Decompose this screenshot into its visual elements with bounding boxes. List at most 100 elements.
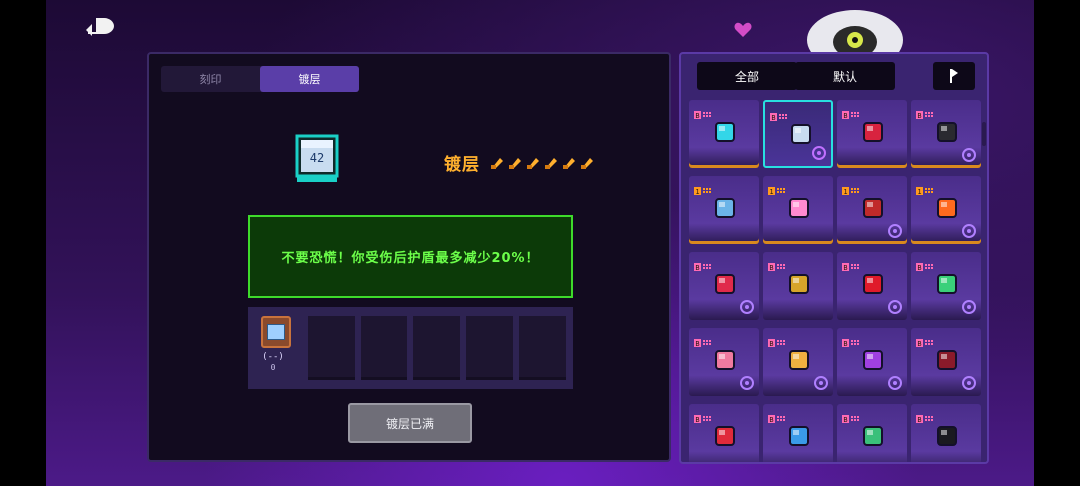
inventory-item[interactable]: B	[837, 100, 907, 168]
svg-text:B: B	[695, 264, 699, 271]
svg-text:B: B	[843, 340, 847, 347]
slot-count: 0	[270, 363, 276, 372]
rarity-badge: 1	[842, 180, 864, 196]
plating-slot[interactable]	[413, 316, 461, 380]
level-chip-icon	[563, 158, 575, 169]
crimson-heart-icon	[857, 116, 889, 148]
svg-text:1: 1	[917, 188, 921, 195]
svg-text:1: 1	[695, 188, 699, 195]
swirl-icon	[961, 147, 977, 163]
inventory-item[interactable]: 1	[837, 176, 907, 244]
chip-42-icon: 42	[295, 134, 339, 182]
chip-42-icon	[261, 316, 291, 348]
inventory-item[interactable]: B	[689, 328, 759, 396]
inventory-item[interactable]: B	[911, 404, 981, 462]
svg-text:B: B	[769, 340, 773, 347]
green-card-icon	[857, 420, 889, 452]
rarity-badge: B	[842, 408, 864, 424]
rarity-badge: B	[694, 104, 716, 120]
inventory-item[interactable]: B	[911, 252, 981, 320]
inventory-item[interactable]: B	[837, 328, 907, 396]
filter-bar: 全部 默认	[681, 62, 987, 90]
svg-text:B: B	[695, 340, 699, 347]
shield-icon	[813, 375, 829, 391]
gear-icon	[887, 223, 903, 239]
skull-icon	[739, 375, 755, 391]
blue-disc-icon	[783, 420, 815, 452]
plating-slot[interactable]	[360, 316, 408, 380]
star-icon	[961, 299, 977, 315]
dark-helmet-icon	[931, 420, 963, 452]
effect-description-box: 不要恐慌！你受伤后护盾最多减少20%！	[248, 215, 573, 298]
plating-slot[interactable]	[307, 316, 355, 380]
fire-flower-icon	[931, 192, 963, 224]
swirl-icon	[887, 299, 903, 315]
level-chip-icon	[491, 158, 503, 169]
left-edge	[0, 0, 46, 486]
svg-text:B: B	[917, 264, 921, 271]
svg-text:B: B	[771, 114, 775, 121]
pink-frog-icon	[709, 344, 741, 376]
plating-slot[interactable]	[519, 316, 566, 380]
level-chip-icon	[509, 158, 521, 169]
level-chip-icon	[545, 158, 557, 169]
sort-flag-icon	[950, 69, 958, 83]
inventory-item[interactable]: B	[837, 404, 907, 462]
svg-text:B: B	[917, 416, 921, 423]
t-icon	[739, 299, 755, 315]
purple-spear-icon	[857, 344, 889, 376]
plating-slot[interactable]	[466, 316, 514, 380]
inventory-item[interactable]: B	[763, 404, 833, 462]
rarity-badge: B	[916, 332, 938, 348]
mascot-character	[800, 0, 910, 70]
inventory-item[interactable]: B	[689, 404, 759, 462]
svg-text:B: B	[769, 264, 773, 271]
plating-level-chips	[490, 155, 595, 170]
rarity-badge: B	[770, 106, 792, 122]
inventory-item[interactable]: B	[689, 252, 759, 320]
level-chip-icon	[527, 158, 539, 169]
back-arrow-icon	[86, 18, 114, 36]
inventory-item[interactable]: B	[763, 252, 833, 320]
item-inventory-panel: 全部 默认 B B B B 1 1 1 1 B B B B B B B B B B B B	[679, 52, 989, 464]
inventory-item[interactable]: 1	[689, 176, 759, 244]
inventory-item[interactable]: B	[763, 100, 833, 168]
item-preview: 42	[289, 132, 345, 188]
tab-plating[interactable]: 镀层	[260, 66, 359, 92]
inventory-item[interactable]: 1	[911, 176, 981, 244]
ankh-icon	[811, 145, 827, 161]
sort-toggle-button[interactable]	[933, 62, 975, 90]
sort-default-button[interactable]: 默认	[795, 62, 895, 90]
inventory-item[interactable]: B	[763, 328, 833, 396]
plating-full-button[interactable]: 镀层已满	[348, 403, 472, 443]
svg-text:B: B	[917, 112, 921, 119]
red-feather-icon	[857, 268, 889, 300]
tab-engraving[interactable]: 刻印	[161, 66, 260, 92]
rarity-badge: B	[768, 256, 790, 272]
rarity-badge: 1	[694, 180, 716, 196]
svg-text:B: B	[843, 112, 847, 119]
rarity-badge: B	[768, 408, 790, 424]
inventory-item[interactable]: B	[911, 100, 981, 168]
plating-slot[interactable]: (--) 0	[255, 316, 302, 380]
inventory-item[interactable]: 1	[763, 176, 833, 244]
scrollbar[interactable]	[982, 122, 986, 146]
level-chip-icon	[581, 158, 593, 169]
plating-label: 镀层	[444, 155, 480, 175]
svg-text:1: 1	[843, 188, 847, 195]
battery-icon	[783, 268, 815, 300]
shield-icon	[961, 375, 977, 391]
inventory-item[interactable]: B	[837, 252, 907, 320]
back-button[interactable]	[84, 14, 118, 38]
svg-text:1: 1	[769, 188, 773, 195]
effect-description: 不要恐慌！你受伤后护盾最多减少20%！	[281, 251, 540, 266]
lipstick-icon	[709, 268, 741, 300]
rarity-badge: B	[916, 104, 938, 120]
inventory-item[interactable]: B	[911, 328, 981, 396]
rarity-badge: B	[842, 256, 864, 272]
rarity-badge: B	[916, 256, 938, 272]
chip-text: 42	[310, 151, 324, 165]
filter-all-button[interactable]: 全部	[697, 62, 797, 90]
inventory-item[interactable]: B	[689, 100, 759, 168]
rarity-badge: B	[694, 408, 716, 424]
